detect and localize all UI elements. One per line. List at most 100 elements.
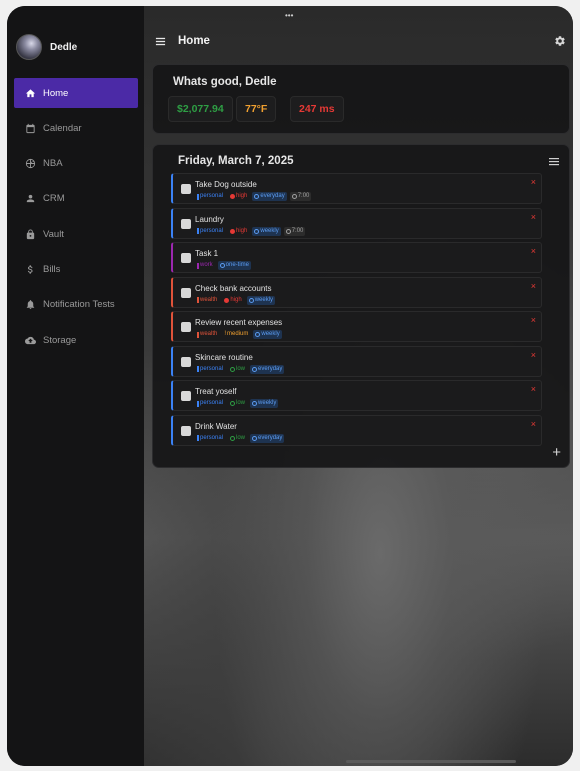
recurrence-label: weekly — [260, 227, 279, 234]
clock-icon — [291, 194, 297, 199]
delete-task-button[interactable]: × — [531, 384, 536, 394]
category-tag: work — [195, 261, 215, 270]
task-tags: personal low everyday — [195, 364, 285, 374]
task-row[interactable]: Task 1 work one-time × — [171, 242, 542, 273]
task-checkbox[interactable] — [181, 322, 191, 332]
menu-icon[interactable] — [155, 36, 166, 47]
delete-task-button[interactable]: × — [531, 281, 536, 291]
category-label: wealth — [200, 296, 218, 303]
task-row[interactable]: Skincare routine personal low everyday × — [171, 345, 542, 377]
add-task-button[interactable]: + — [552, 444, 561, 461]
task-checkbox[interactable] — [181, 218, 191, 229]
recurrence-label: everyday — [258, 434, 283, 441]
priority-label: low — [236, 365, 246, 372]
category-marker-icon — [197, 262, 199, 269]
delete-task-button[interactable]: × — [531, 246, 536, 256]
task-title: Treat yoself — [195, 387, 237, 396]
dollar-icon — [24, 263, 36, 275]
delete-task-button[interactable]: × — [531, 315, 536, 325]
recurrence-tag: one-time — [217, 261, 252, 270]
greeting-title: Whats good, Dedle — [173, 76, 277, 88]
recurrence-tag: everyday — [252, 192, 287, 201]
sidebar-item-label: Storage — [43, 334, 77, 346]
sidebar-item-vault[interactable]: Vault — [14, 219, 138, 249]
profile[interactable]: Dedle — [16, 34, 77, 60]
category-label: personal — [200, 400, 224, 406]
bell-icon — [24, 299, 36, 311]
sidebar-item-storage[interactable]: Storage — [14, 325, 138, 355]
recurrence-label: everyday — [258, 365, 283, 372]
task-checkbox[interactable] — [181, 287, 191, 298]
page-title: Home — [178, 35, 210, 47]
task-tags: wealth high weekly — [195, 295, 276, 305]
person-icon — [24, 193, 36, 205]
repeat-icon — [248, 297, 254, 303]
recurrence-label: weekly — [258, 400, 277, 406]
basketball-icon — [24, 158, 36, 170]
task-checkbox[interactable] — [181, 356, 191, 367]
priority-label: high — [236, 193, 248, 199]
exclamation-icon: ! — [224, 331, 227, 337]
task-row[interactable]: Drink Water personal low everyday × — [171, 414, 542, 446]
category-marker-icon — [197, 366, 199, 372]
circle-outline-icon — [230, 401, 236, 406]
task-row[interactable]: Treat yoself personal low weekly × — [171, 380, 542, 411]
lock-icon — [24, 228, 36, 240]
balance-stat: $2,077.94 — [168, 96, 233, 122]
category-tag: wealth — [195, 330, 219, 339]
repeat-icon — [252, 401, 258, 406]
task-title: Task 1 — [195, 249, 219, 258]
sidebar-item-bills[interactable]: Bills — [14, 254, 138, 284]
category-tag: personal — [195, 399, 225, 408]
task-tags: personal high everyday 7:00 — [195, 192, 312, 201]
recurrence-tag: weekly — [246, 295, 276, 305]
avatar[interactable] — [16, 34, 42, 60]
cloud-icon — [24, 334, 36, 346]
list-icon[interactable] — [549, 157, 559, 166]
greeting-card: Whats good, Dedle $2,077.94 77°F 247 ms — [152, 64, 570, 134]
home-icon — [24, 87, 36, 99]
sidebar-item-nba[interactable]: NBA — [14, 149, 138, 179]
recurrence-tag: weekly — [250, 399, 279, 408]
task-checkbox[interactable] — [181, 425, 191, 436]
category-tag: personal — [195, 227, 225, 236]
sidebar-item-label: CRM — [43, 193, 65, 205]
category-marker-icon — [197, 297, 199, 303]
task-checkbox[interactable] — [181, 184, 191, 194]
clock-icon — [285, 228, 291, 234]
sidebar-item-label: NBA — [43, 158, 63, 170]
time-label: 7:00 — [291, 227, 304, 234]
task-row[interactable]: Check bank accounts wealth high weekly × — [171, 276, 542, 308]
repeat-icon — [254, 194, 260, 199]
category-label: wealth — [200, 331, 218, 337]
recurrence-label: one-time — [225, 262, 250, 268]
delete-task-button[interactable]: × — [531, 419, 536, 429]
repeat-icon — [252, 366, 258, 372]
time-tag: 7:00 — [283, 226, 306, 236]
category-tag: personal — [195, 434, 225, 443]
app-window: Dedle Home Calendar NBA CRM Vault Bills … — [7, 6, 573, 766]
category-tag: wealth — [195, 296, 219, 305]
task-row[interactable]: Laundry personal high weekly 7:00 × — [171, 207, 542, 239]
task-tags: personal low weekly — [195, 399, 279, 408]
delete-task-button[interactable]: × — [531, 177, 536, 187]
category-tag: personal — [195, 365, 225, 374]
home-indicator[interactable] — [346, 760, 516, 763]
task-checkbox[interactable] — [181, 391, 191, 401]
task-checkbox[interactable] — [181, 253, 191, 263]
task-tags: personal high weekly 7:00 — [195, 226, 306, 236]
recurrence-tag: weekly — [253, 330, 282, 339]
multitask-handle[interactable]: ••• — [285, 11, 293, 20]
delete-task-button[interactable]: × — [531, 350, 536, 360]
sidebar-item-notification-tests[interactable]: Notification Tests — [14, 290, 138, 320]
task-row[interactable]: Review recent expenses wealth! medium weekl… — [171, 311, 542, 342]
sidebar-item-crm[interactable]: CRM — [14, 184, 138, 214]
category-label: personal — [200, 434, 224, 441]
task-tags: work one-time — [195, 261, 252, 270]
priority-tag: ! medium — [222, 330, 250, 339]
sidebar-item-home[interactable]: Home — [14, 78, 138, 108]
delete-task-button[interactable]: × — [531, 212, 536, 222]
gear-icon[interactable] — [554, 35, 566, 47]
task-row[interactable]: Take Dog outside personal high everyday 7:00… — [171, 173, 542, 204]
sidebar-item-calendar[interactable]: Calendar — [14, 113, 138, 143]
